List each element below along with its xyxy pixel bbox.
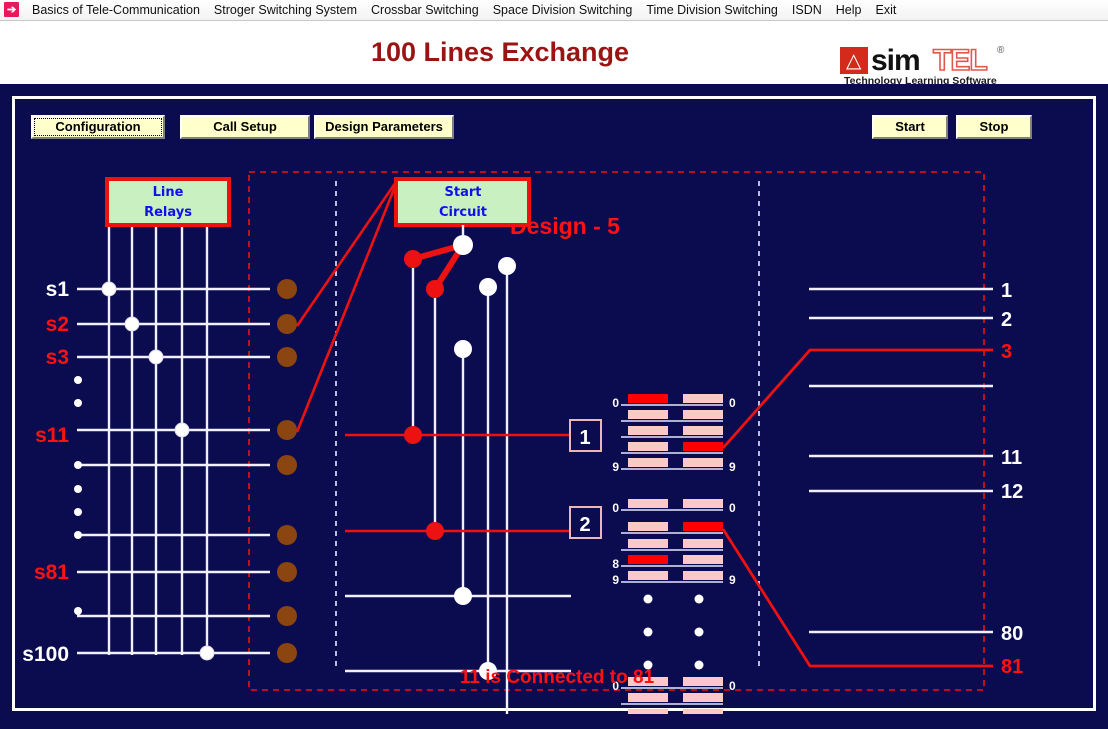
menu-item-basics[interactable]: Basics of Tele-Communication [25,1,207,19]
subscriber-label-s100: s100 [22,643,69,666]
crosspoint-dots [101,281,215,661]
bank2-scale-top-left: 0 [612,501,619,515]
output-lines-group [809,287,993,634]
register-box-2-label: 2 [579,514,590,536]
start-circuit-label-1: Start [445,185,482,200]
relay-dots [277,279,297,663]
relay-bus-lines [107,218,209,655]
menu-item-space-division[interactable]: Space Division Switching [486,1,640,19]
pivot-dot [453,235,473,255]
output-label-2: 2 [1001,309,1012,331]
subscriber-label-s81: s81 [34,561,69,584]
header: 100 Lines Exchange △ sim TEL ® Technolog… [0,21,1108,87]
menu-bar: ➔ Basics of Tele-Communication Stroger S… [0,0,1108,21]
selector-dot-4 [479,278,497,296]
output-label-12: 12 [1001,481,1023,503]
logo-text-sim: sim [871,44,921,77]
start-circuit-label-2: Circuit [439,205,487,220]
exchange-diagram: Line Relays Start Circuit 1 2 0 0 9 9 0 … [22,171,1023,714]
bank1-scale-bottom-right: 9 [729,460,736,474]
menu-item-stroger[interactable]: Stroger Switching System [207,1,364,19]
subscriber-lines [77,287,270,655]
subscriber-label-s11: s11 [35,424,69,447]
menu-item-exit[interactable]: Exit [868,1,903,19]
bank1-scale-top-left: 0 [612,396,619,410]
ellipsis-dots-registers [643,594,704,670]
status-message: 11 is Connected to 81 [459,667,655,688]
registered-icon: ® [997,45,1005,56]
register-contact-1 [404,426,422,444]
line-relays-label-2: Relays [144,205,192,220]
output-label-1: 1 [1001,280,1012,302]
selector-dot-3 [454,340,472,358]
register-box-1-label: 1 [579,427,590,449]
bank2-scale-mid-left: 8 [612,557,619,571]
main-panel: Configuration Call Setup Design Paramete… [12,96,1096,714]
selector-dot-active-2 [426,280,444,298]
menu-item-crossbar[interactable]: Crossbar Switching [364,1,486,19]
header-divider [0,84,1108,89]
output-label-80: 80 [1001,623,1023,645]
register-contact-3 [454,587,472,605]
bank1-scale-top-right: 0 [729,396,736,410]
register-bank-1: 0 0 9 9 [612,394,736,474]
active-output-paths [721,348,993,668]
register-contact-2 [426,522,444,540]
subscriber-label-s3: s3 [46,346,69,369]
bank1-scale-bottom-left: 9 [612,460,619,474]
bank2-scale-top-right: 0 [729,501,736,515]
menu-item-isdn[interactable]: ISDN [785,1,829,19]
selector-verticals [411,259,509,714]
active-relay-leads [295,178,400,433]
line-relays-label-1: Line [153,185,184,200]
output-label-3: 3 [1001,341,1012,363]
simtel-logo: △ sim TEL ® Technology Learning Software [840,43,1012,87]
bank2-scale-bottom-left: 9 [612,573,619,587]
app-logo-icon: ➔ [3,1,21,19]
selector-dot-active-1 [404,250,422,268]
menu-item-help[interactable]: Help [829,1,869,19]
selector-dot-5 [498,257,516,275]
output-label-11: 11 [1001,447,1022,469]
ellipsis-dots-left [74,376,82,615]
register-bank-2: 0 0 8 9 9 [612,499,736,587]
bank2-scale-bottom-right: 9 [729,573,736,587]
logo-text-tel: TEL [932,43,988,78]
menu-item-time-division[interactable]: Time Division Switching [639,1,785,19]
subscriber-label-s2: s2 [46,313,69,336]
subscriber-label-s1: s1 [46,278,70,301]
exchange-boundary [248,171,985,691]
simtel-mark-icon: △ [840,47,868,74]
